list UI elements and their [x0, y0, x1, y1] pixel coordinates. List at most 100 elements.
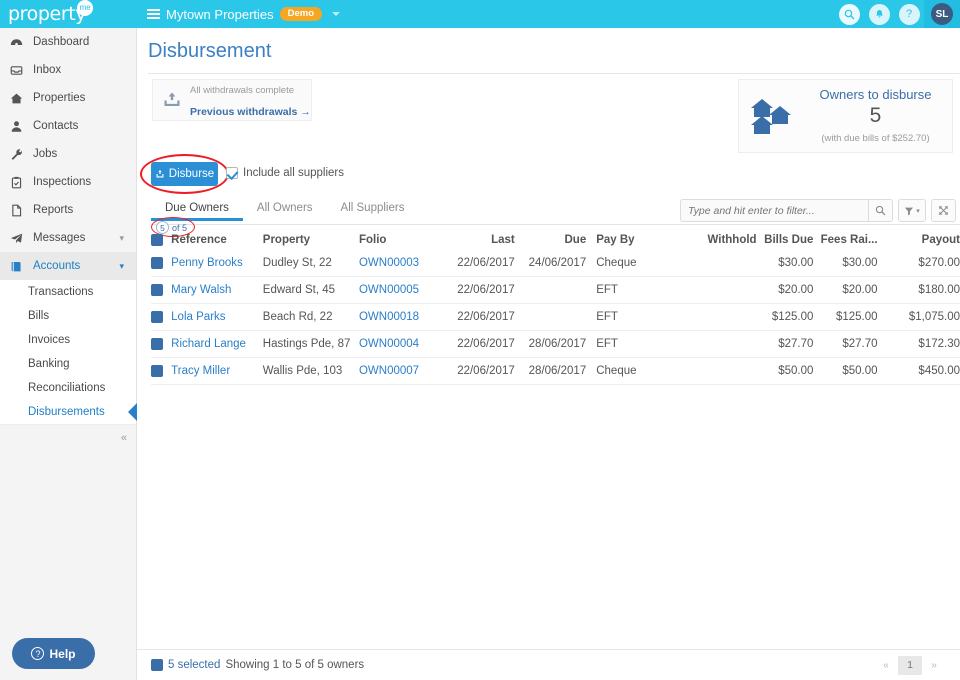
sidebar-subitem-label: Transactions: [28, 286, 94, 298]
sidebar-item-inbox[interactable]: Inbox: [0, 56, 136, 84]
chevron-down-icon[interactable]: ▾: [119, 233, 124, 244]
column-header-withhold[interactable]: Withhold: [679, 234, 757, 246]
column-header-pay-by[interactable]: Pay By: [586, 234, 678, 246]
include-all-suppliers-checkbox[interactable]: [226, 167, 238, 179]
disbursement-page: property me Mytown Properties Demo ? SL …: [0, 0, 960, 680]
cell-reference[interactable]: Richard Lange: [171, 338, 263, 350]
sidebar-item-messages[interactable]: Messages ▾: [0, 224, 136, 252]
disburse-button[interactable]: Disburse: [151, 162, 218, 186]
sidebar-item-label: Inbox: [33, 64, 62, 76]
withdrawals-status: All withdrawals complete: [190, 85, 295, 97]
table-row[interactable]: Penny Brooks Dudley St, 22 OWN00003 22/0…: [151, 250, 960, 277]
column-header-fees-raised[interactable]: Fees Rai...: [813, 234, 878, 246]
cell-property: Hastings Pde, 87: [262, 338, 351, 350]
cell-payout: $180.00: [918, 284, 960, 296]
tab-due-owners[interactable]: Due Owners: [151, 202, 243, 221]
sidebar-subitem-bills[interactable]: Bills: [0, 304, 136, 328]
cell-reference[interactable]: Penny Brooks: [171, 257, 263, 269]
user-menu[interactable]: SL: [924, 0, 960, 28]
pagination-page-1[interactable]: 1: [898, 655, 922, 675]
sidebar-item-jobs[interactable]: Jobs: [0, 140, 136, 168]
help-button[interactable]: ?: [894, 0, 924, 28]
cell-last: 22/06/2017: [457, 311, 515, 323]
cell-folio[interactable]: OWN00003: [359, 257, 446, 269]
cell-folio[interactable]: OWN00004: [359, 338, 446, 350]
disburse-button-label: Disburse: [168, 168, 215, 180]
row-checkbox[interactable]: [151, 311, 171, 323]
row-checkbox[interactable]: [151, 284, 171, 296]
previous-withdrawals-link[interactable]: Previous withdrawals →: [190, 106, 311, 118]
column-header-payout[interactable]: Payout: [878, 234, 960, 246]
collapse-sidebar-button[interactable]: «: [0, 424, 136, 450]
sidebar-item-dashboard[interactable]: Dashboard: [0, 28, 136, 56]
dashboard-icon: [10, 36, 28, 49]
chevron-down-icon[interactable]: [332, 12, 341, 16]
header-actions: ? SL: [834, 0, 960, 28]
include-all-suppliers-row[interactable]: Include all suppliers: [226, 167, 344, 179]
cell-reference[interactable]: Lola Parks: [171, 311, 263, 323]
cell-folio[interactable]: OWN00018: [359, 311, 446, 323]
table-row[interactable]: Tracy Miller Wallis Pde, 103 OWN00007 22…: [151, 358, 960, 385]
upload-icon: [155, 169, 165, 179]
sidebar-item-accounts[interactable]: Accounts ▾: [0, 252, 136, 280]
sidebar-subitem-reconciliations[interactable]: Reconciliations: [0, 376, 136, 400]
paper-plane-icon: [10, 232, 28, 245]
column-header-last[interactable]: Last: [446, 234, 515, 246]
cell-reference[interactable]: Tracy Miller: [171, 365, 263, 377]
tab-all-owners[interactable]: All Owners: [243, 202, 327, 220]
sidebar-item-properties[interactable]: Properties: [0, 84, 136, 112]
fullscreen-button[interactable]: [931, 199, 956, 222]
sidebar-subitem-banking[interactable]: Banking: [0, 352, 136, 376]
help-button-label: Help: [49, 646, 76, 661]
chevron-down-icon: ▾: [916, 207, 920, 215]
include-all-suppliers-label: Include all suppliers: [243, 167, 345, 179]
pagination-last-button[interactable]: »: [922, 655, 946, 675]
pagination-first-button[interactable]: «: [874, 655, 898, 675]
column-header-bills-due[interactable]: Bills Due: [757, 234, 813, 246]
cell-folio[interactable]: OWN00007: [359, 365, 446, 377]
select-all-checkbox[interactable]: [151, 234, 171, 246]
table-row[interactable]: Lola Parks Beach Rd, 22 OWN00018 22/06/2…: [151, 304, 960, 331]
sidebar-item-label: Accounts: [33, 260, 81, 272]
sidebar-item-label: Dashboard: [33, 36, 90, 48]
filter-dropdown-button[interactable]: ▾: [898, 199, 926, 222]
column-header-folio[interactable]: Folio: [359, 234, 446, 246]
cell-folio[interactable]: OWN00005: [359, 284, 446, 296]
owners-card-count: 5: [869, 103, 882, 127]
cell-bills-due: $125.00: [771, 311, 814, 323]
cell-bills-due: $27.70: [778, 338, 814, 350]
sidebar-subitem-disbursements[interactable]: Disbursements: [0, 400, 137, 424]
sidebar-item-inspections[interactable]: Inspections: [0, 168, 136, 196]
tab-all-suppliers[interactable]: All Suppliers: [327, 202, 419, 220]
search-icon: [838, 3, 860, 25]
cell-payout: $450.00: [918, 365, 960, 377]
sidebar-item-label: Inspections: [33, 176, 92, 188]
help-floating-button[interactable]: ? Help: [12, 638, 95, 669]
table-row[interactable]: Richard Lange Hastings Pde, 87 OWN00004 …: [151, 331, 960, 358]
chevron-down-icon[interactable]: ▾: [119, 261, 124, 272]
cell-last: 22/06/2017: [457, 338, 515, 350]
search-input[interactable]: [680, 199, 868, 222]
sidebar-item-reports[interactable]: Reports: [0, 196, 136, 224]
sidebar-subitem-transactions[interactable]: Transactions: [0, 280, 136, 304]
column-header-property[interactable]: Property: [263, 234, 359, 246]
row-checkbox[interactable]: [151, 365, 171, 377]
org-selector[interactable]: Mytown Properties Demo: [147, 7, 341, 22]
sidebar-item-contacts[interactable]: Contacts: [0, 112, 136, 140]
column-header-reference[interactable]: Reference: [171, 234, 263, 246]
owners-table: Reference Property Folio Last Due Pay By…: [151, 230, 960, 385]
cell-reference[interactable]: Mary Walsh: [171, 284, 263, 296]
cell-pay-by: EFT: [596, 311, 618, 323]
row-checkbox[interactable]: [151, 257, 171, 269]
footer-select-all-checkbox[interactable]: [151, 659, 163, 671]
app-logo[interactable]: property me: [0, 0, 137, 28]
sidebar: Dashboard Inbox Properties Contacts Jobs: [0, 28, 137, 680]
search-icon-button[interactable]: [834, 0, 864, 28]
column-header-due[interactable]: Due: [515, 234, 586, 246]
row-checkbox[interactable]: [151, 338, 171, 350]
search-submit-button[interactable]: [868, 199, 893, 222]
notifications-button[interactable]: [864, 0, 894, 28]
withdrawals-panel[interactable]: All withdrawals complete Previous withdr…: [152, 79, 312, 121]
sidebar-subitem-invoices[interactable]: Invoices: [0, 328, 136, 352]
table-row[interactable]: Mary Walsh Edward St, 45 OWN00005 22/06/…: [151, 277, 960, 304]
